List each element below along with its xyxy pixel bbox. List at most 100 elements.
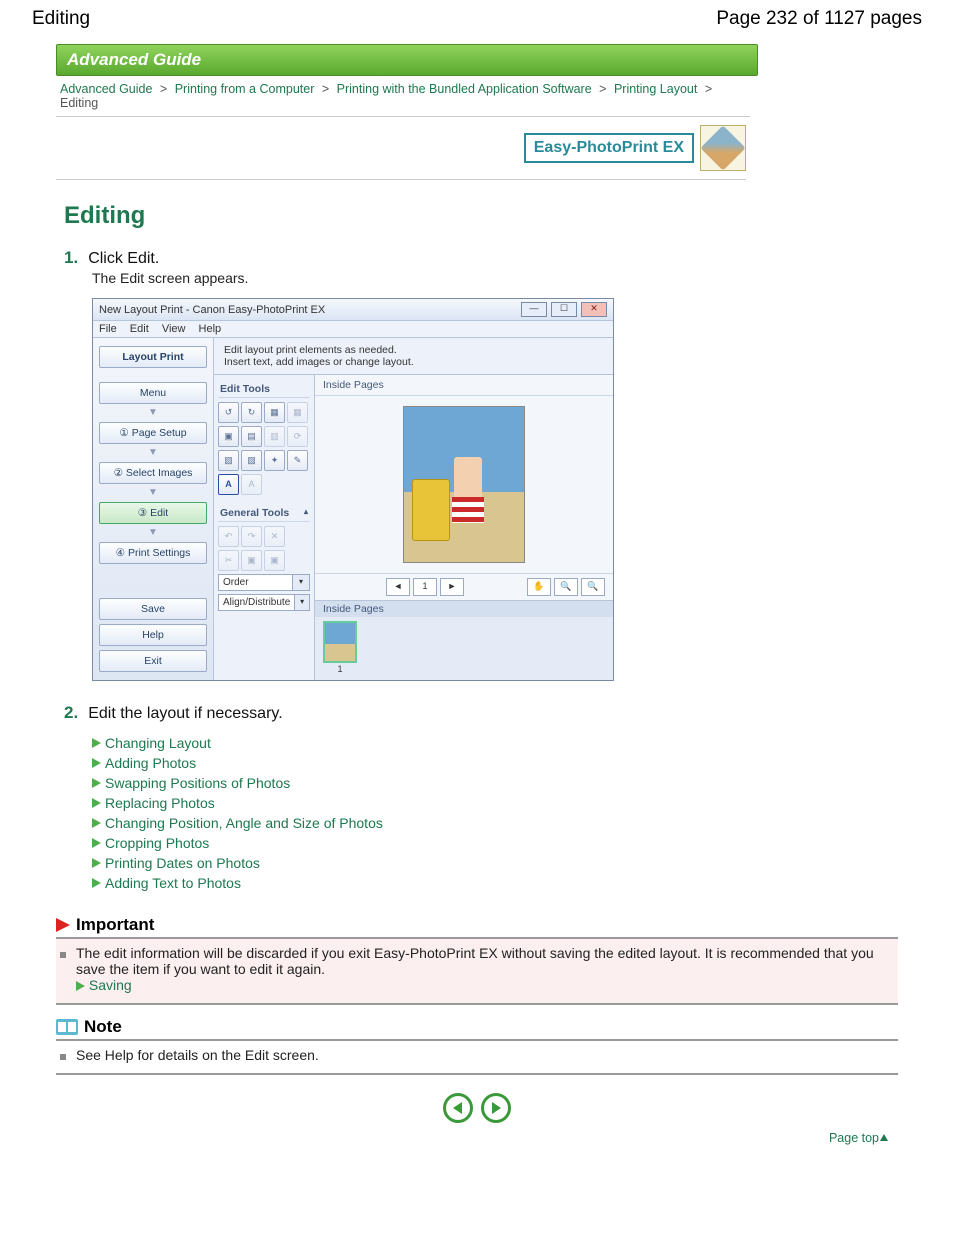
note-text: See Help for details on the Edit screen. <box>76 1047 319 1063</box>
app-menubar: File Edit View Help <box>93 321 613 338</box>
step-edit-button[interactable]: ③ Edit <box>99 502 207 524</box>
tool-icon[interactable]: ▣ <box>241 550 262 571</box>
tool-icon[interactable]: ▧ <box>218 450 239 471</box>
up-caret-icon <box>880 1134 888 1141</box>
tool-icon[interactable]: ✦ <box>264 450 285 471</box>
edit-tools-header: Edit Tools <box>220 383 270 395</box>
tool-icon[interactable]: ↻ <box>241 402 262 423</box>
page-thumbnail[interactable] <box>323 621 357 663</box>
breadcrumb-printing-layout[interactable]: Printing Layout <box>614 82 697 96</box>
tool-icon[interactable]: ✂ <box>218 550 239 571</box>
square-bullet-icon <box>60 1054 66 1060</box>
canvas-header: Inside Pages <box>315 375 613 396</box>
arrow-bullet-icon <box>92 738 101 748</box>
tool-icon[interactable]: ▦ <box>287 402 308 423</box>
arrow-down-icon: ▼ <box>99 408 207 418</box>
page-indicator: Page 232 of 1127 pages <box>716 8 922 30</box>
menu-button[interactable]: Menu <box>99 382 207 404</box>
arrow-bullet-icon <box>92 758 101 768</box>
note-marker-icon <box>56 1019 78 1035</box>
next-page-nav[interactable] <box>481 1093 511 1123</box>
page-title: Editing <box>64 202 898 230</box>
link-adding-photos[interactable]: Adding Photos <box>105 755 196 771</box>
prev-page-nav[interactable] <box>443 1093 473 1123</box>
link-printing-dates[interactable]: Printing Dates on Photos <box>105 855 260 871</box>
arrow-down-icon: ▼ <box>99 528 207 538</box>
important-header: Important <box>76 915 154 935</box>
maximize-button[interactable]: ☐ <box>551 302 577 317</box>
mode-button[interactable]: Layout Print <box>99 346 207 368</box>
prev-page-button[interactable]: ◄ <box>386 578 410 596</box>
arrow-bullet-icon <box>92 858 101 868</box>
thumbnail-tray-header: Inside Pages <box>315 601 613 617</box>
brand-label: Easy-PhotoPrint EX <box>524 133 694 163</box>
layout-photo[interactable] <box>403 406 525 563</box>
link-swapping-positions[interactable]: Swapping Positions of Photos <box>105 775 290 791</box>
undo-icon[interactable]: ↶ <box>218 526 239 547</box>
menu-help[interactable]: Help <box>199 323 222 335</box>
tool-icon[interactable]: A <box>241 474 262 495</box>
save-button[interactable]: Save <box>99 598 207 620</box>
arrow-bullet-icon <box>92 878 101 888</box>
delete-icon[interactable]: ✕ <box>264 526 285 547</box>
align-dropdown[interactable]: Align/Distribute <box>218 594 295 611</box>
menu-file[interactable]: File <box>99 323 117 335</box>
arrow-bullet-icon <box>92 778 101 788</box>
page-number: 1 <box>413 578 437 596</box>
tool-icon[interactable]: ▥ <box>264 426 285 447</box>
header-title: Editing <box>32 8 90 30</box>
left-panel: Layout Print Menu ▼ ① Page Setup ▼ ② Sel… <box>93 338 214 680</box>
link-adding-text[interactable]: Adding Text to Photos <box>105 875 241 891</box>
dropdown-arrow-icon[interactable]: ▾ <box>293 574 310 591</box>
next-page-button[interactable]: ► <box>440 578 464 596</box>
step-1-subtext: The Edit screen appears. <box>92 270 898 286</box>
menu-view[interactable]: View <box>162 323 186 335</box>
redo-icon[interactable]: ↷ <box>241 526 262 547</box>
app-window: New Layout Print - Canon Easy-PhotoPrint… <box>92 298 614 681</box>
dropdown-arrow-icon[interactable]: ▾ <box>295 594 310 611</box>
help-button[interactable]: Help <box>99 624 207 646</box>
minimize-button[interactable]: — <box>521 302 547 317</box>
canvas-area[interactable] <box>315 396 613 573</box>
app-title: New Layout Print - Canon Easy-PhotoPrint… <box>99 304 325 316</box>
collapse-icon[interactable]: ▴ <box>304 507 308 519</box>
step-page-setup-button[interactable]: ① Page Setup <box>99 422 207 444</box>
tool-icon[interactable]: ⟳ <box>287 426 308 447</box>
tool-icon[interactable]: ▣ <box>264 550 285 571</box>
guide-banner: Advanced Guide <box>56 44 758 76</box>
arrow-bullet-icon <box>92 798 101 808</box>
breadcrumb-printing-from-computer[interactable]: Printing from a Computer <box>175 82 315 96</box>
tool-icon[interactable]: ▨ <box>241 450 262 471</box>
breadcrumb-advanced-guide[interactable]: Advanced Guide <box>60 82 152 96</box>
step-2-number: 2. <box>64 703 78 723</box>
zoom-in-icon[interactable]: 🔍 <box>554 578 578 596</box>
step-1-heading: Click Edit. <box>88 250 159 268</box>
tool-icon[interactable]: ▤ <box>241 426 262 447</box>
important-text: The edit information will be discarded i… <box>76 945 874 977</box>
tool-palette: Edit Tools ↺ ↻ ▦ ▦ ▣ <box>214 375 315 680</box>
tool-icon[interactable]: ▣ <box>218 426 239 447</box>
link-cropping-photos[interactable]: Cropping Photos <box>105 835 209 851</box>
menu-edit[interactable]: Edit <box>130 323 149 335</box>
arrow-down-icon: ▼ <box>99 448 207 458</box>
page-top-link[interactable]: Page top <box>829 1131 888 1145</box>
tool-icon[interactable]: ✎ <box>287 450 308 471</box>
step-print-settings-button[interactable]: ④ Print Settings <box>99 542 207 564</box>
brand-logo-icon <box>700 125 746 171</box>
hand-tool-icon[interactable]: ✋ <box>527 578 551 596</box>
arrow-down-icon: ▼ <box>99 488 207 498</box>
link-changing-layout[interactable]: Changing Layout <box>105 735 211 751</box>
close-button[interactable]: ✕ <box>581 302 607 317</box>
tool-icon[interactable]: ▦ <box>264 402 285 423</box>
step-select-images-button[interactable]: ② Select Images <box>99 462 207 484</box>
link-changing-position-angle-size[interactable]: Changing Position, Angle and Size of Pho… <box>105 815 383 831</box>
zoom-out-icon[interactable]: 🔍 <box>581 578 605 596</box>
link-replacing-photos[interactable]: Replacing Photos <box>105 795 215 811</box>
order-dropdown[interactable]: Order <box>218 574 293 591</box>
general-tools-header: General Tools <box>220 507 289 519</box>
breadcrumb-bundled-app-software[interactable]: Printing with the Bundled Application So… <box>337 82 592 96</box>
link-saving[interactable]: Saving <box>89 977 132 993</box>
exit-button[interactable]: Exit <box>99 650 207 672</box>
tool-icon[interactable]: ↺ <box>218 402 239 423</box>
text-tool-icon[interactable]: A <box>218 474 239 495</box>
